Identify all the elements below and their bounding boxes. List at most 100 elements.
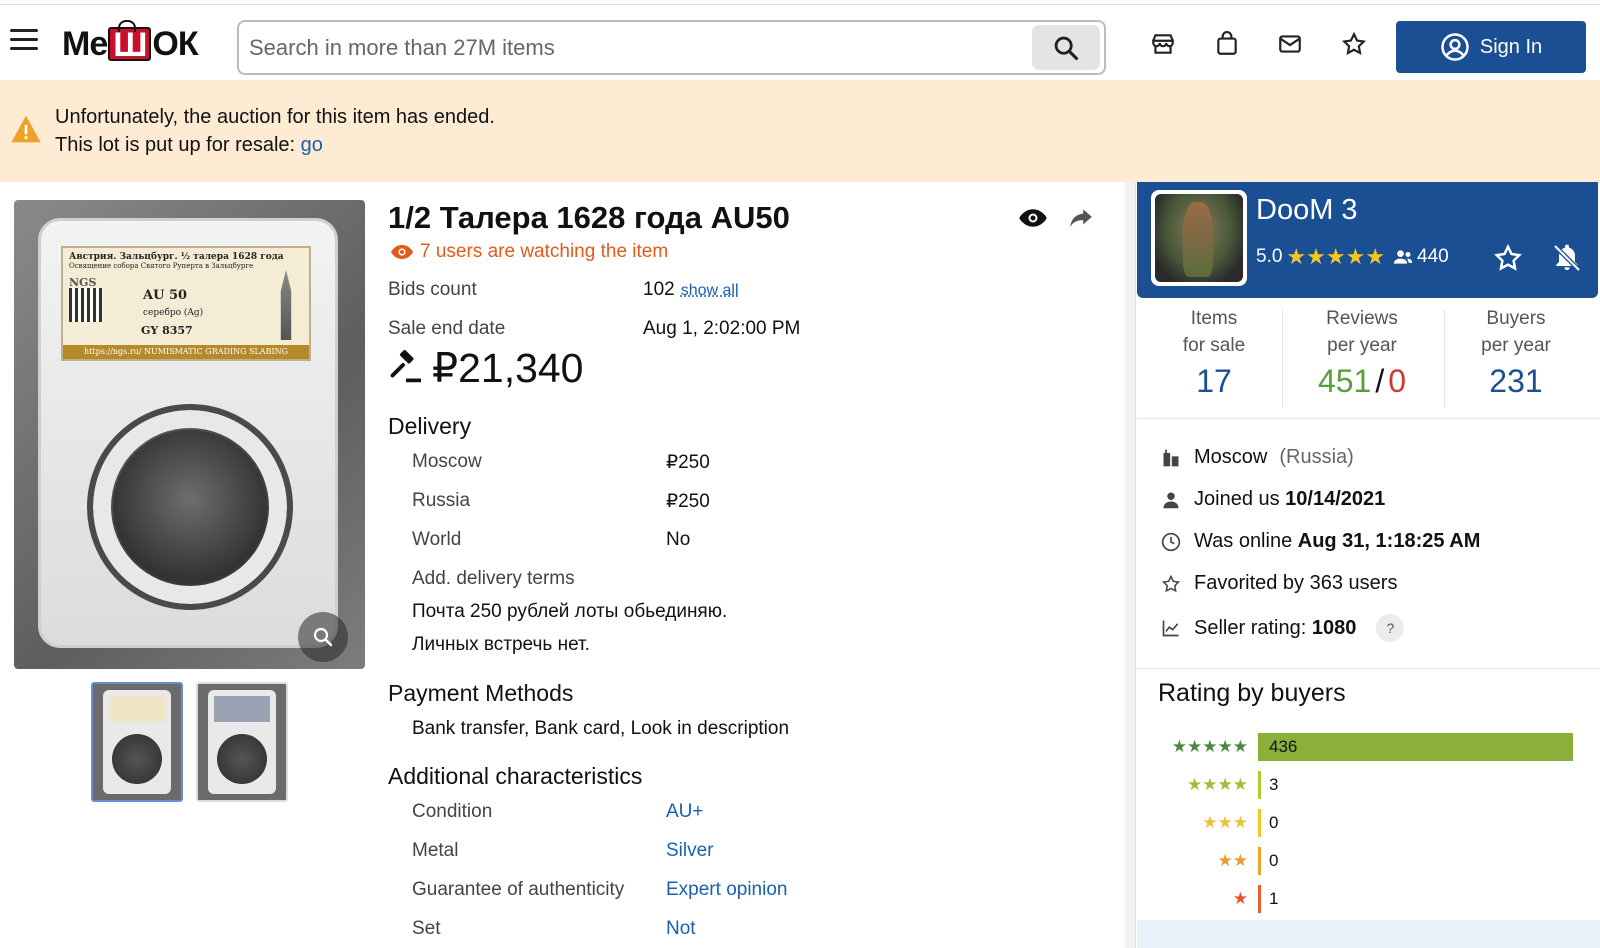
share-icon[interactable]: [1066, 203, 1096, 233]
guarantee-link[interactable]: Expert opinion: [666, 879, 787, 901]
store-icon[interactable]: [1148, 29, 1178, 59]
delivery-world-label: World: [412, 529, 462, 550]
rating-row-bar: 3: [1258, 771, 1278, 799]
delivery-terms-line-2: Личных встречь нет.: [412, 634, 590, 655]
delivery-russia-value: ₽250: [666, 491, 710, 512]
rating-help-button[interactable]: ?: [1376, 614, 1405, 642]
sign-in-button[interactable]: Sign In: [1396, 21, 1586, 73]
stat-items-for-sale[interactable]: Items for sale 17: [1162, 305, 1266, 400]
rating-row-count: 3: [1269, 775, 1279, 794]
zoom-button[interactable]: [298, 612, 348, 662]
bids-value-wrap: 102 show all: [643, 279, 739, 301]
panel-footer-strip: [1137, 920, 1600, 948]
rating-row-stars: ★: [1232, 889, 1248, 908]
rating-row-count: 436: [1269, 737, 1298, 756]
clock-icon: [1160, 531, 1182, 553]
coin-slab: Австрия. Зальцбург. ½ талера 1628 года О…: [38, 218, 338, 648]
rating-row: ★★★★★ 436: [1150, 732, 1573, 762]
logo[interactable]: Ме Ш ОК: [62, 20, 199, 66]
rating-row: ★★★ 0: [1150, 808, 1278, 838]
bids-label: Bids count: [388, 279, 477, 300]
coin-image: [87, 404, 293, 610]
payment-heading: Payment Methods: [388, 680, 574, 706]
logo-prefix: Ме: [62, 24, 108, 63]
seller-joined: Joined us 10/14/2021: [1160, 488, 1385, 511]
show-all-bids-link[interactable]: show all: [681, 282, 739, 299]
seller-rating-value: 5.0: [1256, 246, 1283, 267]
zoom-icon: [313, 627, 333, 647]
rating-row-count: 1: [1269, 889, 1279, 908]
slab-tower-image: [280, 270, 292, 340]
stat-buyers-label-2: per year: [1481, 335, 1551, 356]
slab-metal: серебро (Ag): [143, 308, 204, 318]
stat-reviews[interactable]: Reviews per year 451/0: [1290, 305, 1434, 400]
sale-end-label: Sale end date: [388, 318, 506, 339]
favorites-star-icon[interactable]: [1339, 29, 1369, 59]
stat-divider: [1444, 310, 1445, 408]
search-box: [237, 20, 1106, 75]
auction-ended-banner: Unfortunately, the auction for this item…: [0, 80, 1600, 182]
rating-row-bar: 0: [1258, 809, 1278, 837]
divider: [1137, 418, 1600, 419]
slab-strip: https://ngs.ru/ NUMISMATIC GRADING SLABI…: [63, 345, 309, 359]
slab-brand: NGS: [69, 276, 97, 289]
sale-end-value: Aug 1, 2:02:00 PM: [643, 318, 801, 339]
main-item-image[interactable]: Австрия. Зальцбург. ½ талера 1628 года О…: [14, 200, 365, 669]
seller-avatar[interactable]: [1151, 190, 1247, 286]
logo-bag: Ш: [108, 20, 152, 62]
delivery-heading: Delivery: [388, 413, 472, 439]
search-button[interactable]: [1032, 25, 1100, 70]
reviews-positive: 451: [1317, 363, 1372, 399]
rating-row-bar: 0: [1258, 847, 1278, 875]
final-price: ₽21,340: [388, 344, 584, 392]
logo-suffix: ОК: [152, 24, 198, 63]
followers-icon: [1393, 250, 1413, 264]
slab-label: Австрия. Зальцбург. ½ талера 1628 года О…: [61, 246, 311, 361]
thumbnail-1[interactable]: [91, 682, 183, 802]
watch-eye-icon[interactable]: [1018, 203, 1048, 233]
stat-reviews-label-2: per year: [1327, 335, 1397, 356]
star-outline-icon: [1160, 573, 1182, 595]
stat-divider: [1282, 310, 1283, 408]
seller-rating: 5.0 ★★★★★ 440: [1256, 244, 1449, 270]
set-link[interactable]: Not: [666, 918, 696, 940]
banner-line-1: Unfortunately, the auction for this item…: [55, 106, 495, 128]
characteristics-heading: Additional characteristics: [388, 763, 643, 789]
metal-link[interactable]: Silver: [666, 840, 714, 862]
stat-buyers-label-1: Buyers: [1486, 308, 1546, 329]
stat-items-label-2: for sale: [1182, 335, 1246, 356]
seller-header[interactable]: DooM 3 5.0 ★★★★★ 440: [1137, 182, 1598, 298]
mail-icon[interactable]: [1275, 29, 1305, 59]
divider: [1137, 668, 1600, 669]
rating-row-fill: 436: [1261, 733, 1573, 761]
sign-in-label: Sign In: [1479, 35, 1543, 58]
condition-link[interactable]: AU+: [666, 801, 704, 823]
stat-buyers[interactable]: Buyers per year 231: [1462, 305, 1570, 400]
notifications-off-icon[interactable]: [1551, 242, 1583, 274]
warning-icon: [11, 115, 41, 143]
set-label: Set: [412, 918, 441, 939]
menu-icon[interactable]: [10, 29, 38, 53]
seller-favorited: Favorited by 363 users: [1160, 572, 1397, 595]
rating-row-stars: ★★★: [1202, 813, 1248, 832]
search-input[interactable]: [249, 32, 1029, 64]
city-buildings-icon: [1160, 447, 1182, 469]
thumbnail-2[interactable]: [196, 682, 288, 802]
rating-row-bar: 436: [1258, 733, 1573, 761]
stat-items-value: 17: [1196, 363, 1232, 399]
seller-name[interactable]: DooM 3: [1256, 194, 1358, 227]
stat-reviews-label-1: Reviews: [1326, 308, 1398, 329]
qr-code: [69, 288, 103, 322]
bag-icon[interactable]: [1212, 29, 1242, 59]
seller-location: Moscow (Russia): [1160, 446, 1354, 469]
user-circle-icon: [1441, 33, 1469, 61]
rating-row-stars: ★★★★: [1187, 775, 1248, 794]
follow-seller-star-icon[interactable]: [1492, 242, 1524, 274]
header: МеШОК Sign In: [0, 5, 1600, 80]
condition-label: Condition: [412, 801, 493, 822]
resale-link[interactable]: go: [301, 134, 323, 156]
panel-gutter: [1125, 182, 1135, 948]
watchers-notice: 7 users are watching the item: [390, 241, 668, 263]
seller-rating-prefix: Seller rating:: [1194, 616, 1312, 639]
reviews-negative: 0: [1388, 363, 1407, 399]
